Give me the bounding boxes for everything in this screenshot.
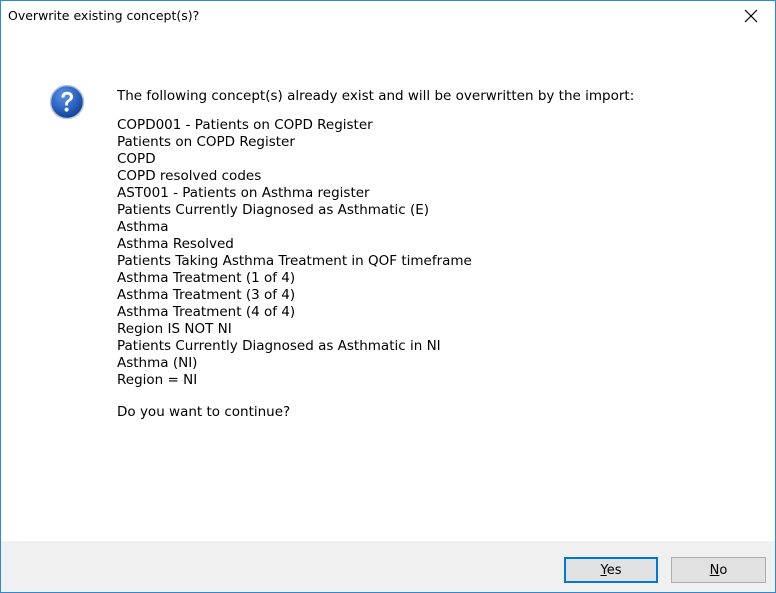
concept-item: Patients Taking Asthma Treatment in QOF … [117, 253, 472, 269]
concept-item: COPD resolved codes [117, 168, 262, 184]
no-button[interactable]: No [671, 557, 766, 583]
yes-button-label: Yes [600, 562, 622, 578]
concept-item: Patients Currently Diagnosed as Asthmati… [117, 338, 441, 354]
dialog-content: The following concept(s) already exist a… [1, 31, 775, 542]
concept-item: Asthma (NI) [117, 355, 198, 371]
close-icon [744, 9, 758, 23]
concept-item: Asthma Treatment (1 of 4) [117, 270, 296, 286]
concept-item: COPD001 - Patients on COPD Register [117, 117, 373, 133]
close-button[interactable] [729, 1, 773, 31]
title-bar: Overwrite existing concept(s)? [1, 1, 775, 31]
concept-list: COPD001 - Patients on COPD Register Pati… [117, 117, 767, 389]
concept-item: Asthma [117, 219, 169, 235]
question-icon [49, 84, 85, 120]
concept-item: Asthma Treatment (4 of 4) [117, 304, 296, 320]
dialog-window: Overwrite existing concept(s)? The follo… [0, 0, 776, 593]
button-bar: Yes No [1, 541, 775, 592]
concept-item: Asthma Resolved [117, 236, 234, 252]
concept-item: AST001 - Patients on Asthma register [117, 185, 370, 201]
concept-item: Region = NI [117, 372, 198, 388]
concept-item: Patients on COPD Register [117, 134, 295, 150]
concept-item: Patients Currently Diagnosed as Asthmati… [117, 202, 430, 218]
dialog-title: Overwrite existing concept(s)? [8, 8, 200, 23]
concept-item: Region IS NOT NI [117, 321, 232, 337]
concept-item: COPD [117, 151, 156, 167]
continue-prompt: Do you want to continue? [117, 404, 291, 420]
no-button-label: No [709, 562, 728, 578]
message-area: The following concept(s) already exist a… [117, 88, 767, 421]
yes-button[interactable]: Yes [564, 557, 658, 583]
concept-item: Asthma Treatment (3 of 4) [117, 287, 296, 303]
intro-text: The following concept(s) already exist a… [117, 88, 635, 104]
